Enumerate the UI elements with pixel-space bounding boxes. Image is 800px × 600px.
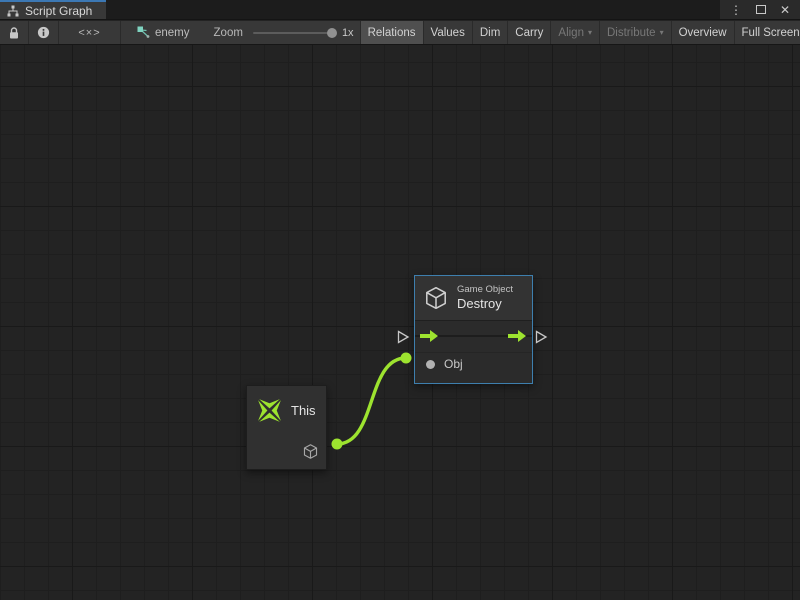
carry-button[interactable]: Carry: [508, 21, 551, 44]
game-object-cube-icon: [423, 285, 449, 311]
node-title: Destroy: [457, 296, 513, 312]
tab-bar: Script Graph ⋮ ✕: [0, 0, 800, 20]
lock-button[interactable]: [0, 21, 29, 44]
zoom-slider-handle[interactable]: [327, 28, 337, 38]
full-screen-button[interactable]: Full Screen: [735, 21, 800, 44]
distribute-button[interactable]: Distribute ▾: [600, 21, 672, 44]
node-destroy-obj-row: Obj: [415, 353, 532, 371]
node-this[interactable]: This: [246, 385, 327, 470]
node-destroy-flow-row: [415, 321, 532, 353]
graph-toolbar: <×> enemy Zoom 1x Relations Values Dim C…: [0, 21, 800, 45]
graph-canvas[interactable]: Game Object Destroy Obj: [0, 45, 800, 600]
flow-input-arrow-icon[interactable]: [420, 329, 439, 343]
flow-output-port-triangle-icon[interactable]: [537, 332, 547, 343]
node-destroy-header[interactable]: Game Object Destroy: [415, 276, 532, 321]
info-button[interactable]: [29, 21, 59, 44]
zoom-value: 1x: [342, 27, 354, 39]
node-category: Game Object: [457, 284, 513, 296]
connection-wire[interactable]: [337, 358, 406, 444]
obj-port-label: Obj: [444, 357, 463, 371]
node-destroy[interactable]: Game Object Destroy Obj: [414, 275, 533, 384]
chevron-down-icon: ▾: [588, 28, 592, 37]
window-controls: ⋮ ✕: [720, 0, 800, 19]
chevron-down-icon: ▾: [660, 28, 664, 37]
node-this-header: This: [247, 386, 326, 424]
wire-source-port[interactable]: [332, 439, 343, 450]
values-button[interactable]: Values: [424, 21, 473, 44]
node-title: This: [291, 403, 316, 418]
self-output-cube-icon[interactable]: [302, 443, 319, 460]
close-icon[interactable]: ✕: [780, 4, 790, 16]
code-view-button[interactable]: <×>: [59, 21, 121, 44]
this-icon: [256, 397, 283, 424]
script-graph-window: Script Graph ⋮ ✕ <×>: [0, 0, 800, 600]
obj-port-icon[interactable]: [426, 360, 435, 369]
overview-button[interactable]: Overview: [672, 21, 735, 44]
graph-breadcrumb[interactable]: enemy: [137, 21, 190, 44]
maximize-icon[interactable]: [756, 5, 766, 14]
graph-icon: [7, 5, 19, 17]
align-button[interactable]: Align ▾: [551, 21, 600, 44]
wire-target-port[interactable]: [401, 353, 412, 364]
subgraph-icon: [137, 26, 150, 39]
zoom-slider[interactable]: [253, 32, 333, 34]
graph-name: enemy: [155, 27, 190, 39]
relations-button[interactable]: Relations: [361, 21, 424, 44]
tab-title: Script Graph: [25, 4, 92, 18]
flow-input-port-triangle-icon[interactable]: [399, 332, 409, 343]
code-view-icon: <×>: [78, 27, 100, 39]
menu-icon[interactable]: ⋮: [730, 4, 742, 16]
node-destroy-titles: Game Object Destroy: [457, 284, 513, 312]
info-icon: [37, 26, 50, 39]
toolbar-button-group: Relations Values Dim Carry Align ▾ Distr…: [360, 21, 800, 44]
zoom-label: Zoom: [214, 27, 243, 39]
tab-script-graph[interactable]: Script Graph: [0, 0, 106, 19]
dim-button[interactable]: Dim: [473, 21, 508, 44]
zoom-control: Zoom 1x: [214, 21, 360, 44]
lock-icon: [8, 26, 20, 40]
flow-output-arrow-icon[interactable]: [508, 329, 527, 343]
connections-overlay: [0, 45, 800, 600]
